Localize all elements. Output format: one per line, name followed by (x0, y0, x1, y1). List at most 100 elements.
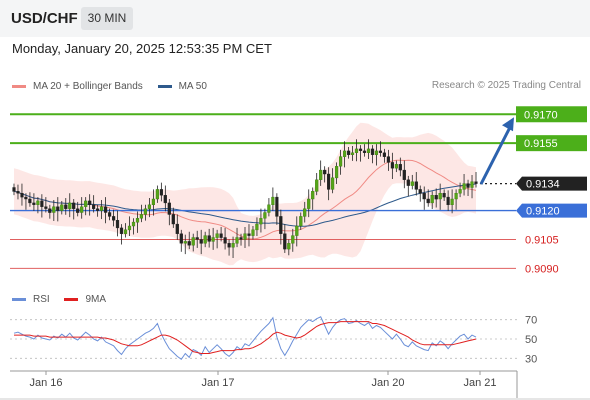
candle-body (68, 202, 72, 209)
candle-body (235, 237, 239, 244)
candle-body (203, 235, 207, 244)
candle-body (382, 152, 386, 157)
candle-body (315, 179, 319, 192)
rsi-tick-label: 30 (525, 353, 537, 365)
level-target-0-9155-label: 0.9155 (524, 138, 558, 150)
candle-body (28, 198, 32, 204)
candle-body (398, 164, 402, 171)
candle-body (466, 183, 470, 188)
candle-body (139, 214, 143, 219)
level-current-0-9134-label: 0.9134 (526, 179, 560, 191)
candle-body (327, 173, 331, 190)
candle-body (111, 216, 116, 221)
candle-body (303, 208, 307, 217)
candle-body (311, 191, 315, 200)
candle-body (80, 206, 84, 213)
candle-body (366, 148, 371, 153)
candle-body (91, 204, 96, 209)
candle-body (167, 202, 171, 215)
candle-body (295, 225, 299, 236)
candle-body (171, 214, 175, 225)
candle-body (20, 192, 24, 198)
candle-body (223, 237, 227, 244)
candle-body (374, 150, 378, 155)
candle-body (390, 162, 394, 169)
x-tick-label: Jan 17 (201, 377, 234, 389)
candle-body (347, 150, 351, 155)
candle-body (362, 150, 367, 153)
candle-body (450, 198, 454, 206)
level-target-0-9170-label: 0.9170 (524, 109, 558, 121)
candle-body (88, 200, 92, 205)
candle-body (414, 181, 418, 190)
candle-body (115, 219, 120, 229)
candle-body (343, 150, 347, 157)
candle-body (159, 189, 163, 196)
candle-body (442, 192, 446, 198)
candle-body (410, 181, 414, 186)
candle-body (259, 218, 263, 225)
candle-body (434, 194, 438, 200)
candle-body (48, 208, 52, 213)
candle-body (60, 204, 64, 211)
candle-body (370, 148, 375, 155)
candle-body (446, 196, 450, 206)
candle-body (271, 196, 275, 206)
rsi-ma-line (14, 321, 477, 354)
candle-body (243, 233, 247, 240)
candle-body (16, 191, 20, 194)
candle-body (231, 243, 235, 248)
candle-body (163, 194, 167, 204)
candle-body (350, 152, 355, 155)
candle-body (319, 169, 323, 180)
candle-body (307, 198, 311, 209)
candle-body (335, 166, 339, 179)
candle-body (255, 223, 259, 231)
candle-body (24, 196, 28, 200)
candle-body (422, 192, 426, 200)
candle-body (64, 204, 68, 209)
candle-body (123, 229, 128, 234)
candle-body (430, 194, 434, 204)
candle-body (239, 237, 243, 240)
candle-body (72, 202, 76, 209)
candle-body (215, 233, 219, 238)
candle-body (103, 206, 108, 213)
candle-body (199, 239, 203, 244)
rsi-line (13, 316, 477, 361)
candle-body (474, 181, 478, 184)
candle-body (211, 237, 215, 242)
candle-body (135, 218, 140, 223)
candle-body (279, 216, 283, 234)
candle-body (179, 233, 183, 244)
candle-body (40, 200, 44, 207)
candle-body (458, 189, 462, 194)
candle-body (251, 229, 255, 236)
candle-body (76, 208, 80, 213)
candle-body (155, 189, 159, 200)
level-support-0-9105-label: 0.9105 (525, 234, 559, 246)
candle-body (227, 243, 231, 248)
candle-body (207, 235, 211, 242)
candle-body (95, 208, 100, 211)
candle-body (183, 241, 187, 244)
candle-body (175, 223, 179, 234)
candle-body (99, 206, 104, 211)
candle-body (358, 148, 363, 151)
candle-body (323, 169, 327, 175)
candle-body (44, 206, 48, 209)
candle-body (402, 169, 406, 180)
candle-body (52, 206, 56, 213)
candle-body (32, 202, 36, 205)
candle-body (462, 183, 466, 190)
candle-body (291, 235, 295, 244)
candle-body (426, 198, 430, 204)
rsi-tick-label: 70 (525, 315, 537, 327)
x-tick-label: Jan 21 (463, 377, 496, 389)
candle-body (119, 227, 124, 234)
candle-body (36, 200, 40, 205)
candle-body (454, 192, 458, 200)
candle-body (263, 212, 267, 219)
candle-body (470, 181, 474, 188)
candle-body (283, 233, 287, 250)
